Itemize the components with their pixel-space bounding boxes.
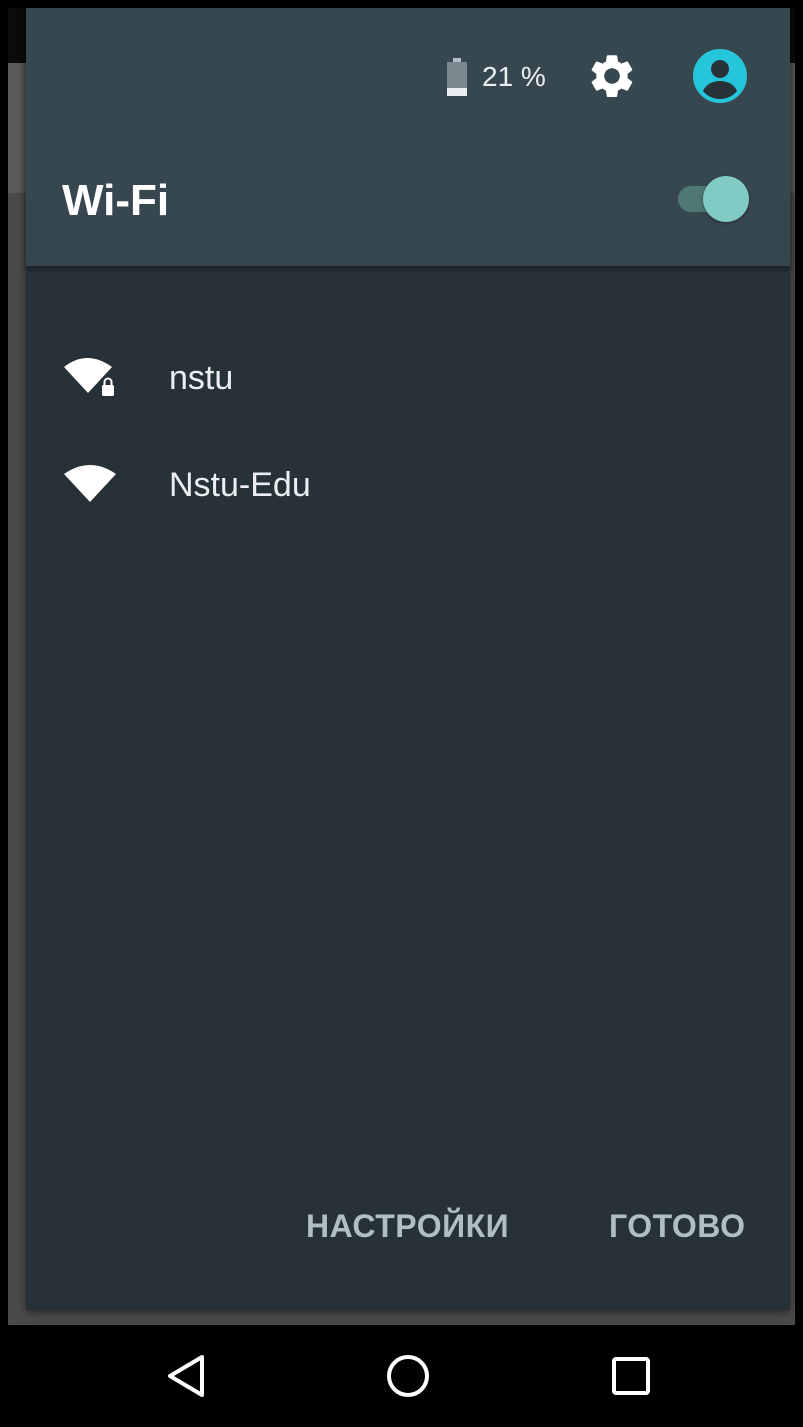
status-row: 21 % (26, 8, 790, 148)
wifi-lock-icon (64, 358, 114, 396)
battery-percent: 21 % (482, 61, 546, 92)
done-button[interactable]: ГОТОВО (609, 1196, 745, 1256)
gear-icon[interactable] (586, 50, 638, 102)
back-triangle-icon[interactable] (162, 1351, 212, 1401)
background-app-edge (8, 63, 26, 193)
wifi-icon (64, 465, 116, 502)
network-item[interactable]: nstu (26, 333, 790, 423)
panel-header: 21 % Wi-Fi (26, 8, 790, 266)
recents-square-icon[interactable] (606, 1351, 656, 1401)
home-circle-icon[interactable] (383, 1351, 433, 1401)
settings-button[interactable]: НАСТРОЙКИ (306, 1196, 509, 1256)
panel-title: Wi-Fi (62, 176, 170, 225)
wifi-quick-settings-panel: 21 % Wi-Fi nstu Nstu-Edu НАСТРОЙКИ ГОТОВ… (26, 8, 790, 1310)
toggle-thumb (703, 176, 749, 222)
navigation-bar (0, 1325, 803, 1427)
wifi-toggle[interactable] (676, 174, 751, 222)
network-name: Nstu-Edu (169, 466, 311, 504)
network-name: nstu (169, 359, 234, 397)
battery-icon (447, 58, 467, 96)
account-circle-icon[interactable] (692, 48, 748, 104)
network-item[interactable]: Nstu-Edu (26, 440, 790, 530)
